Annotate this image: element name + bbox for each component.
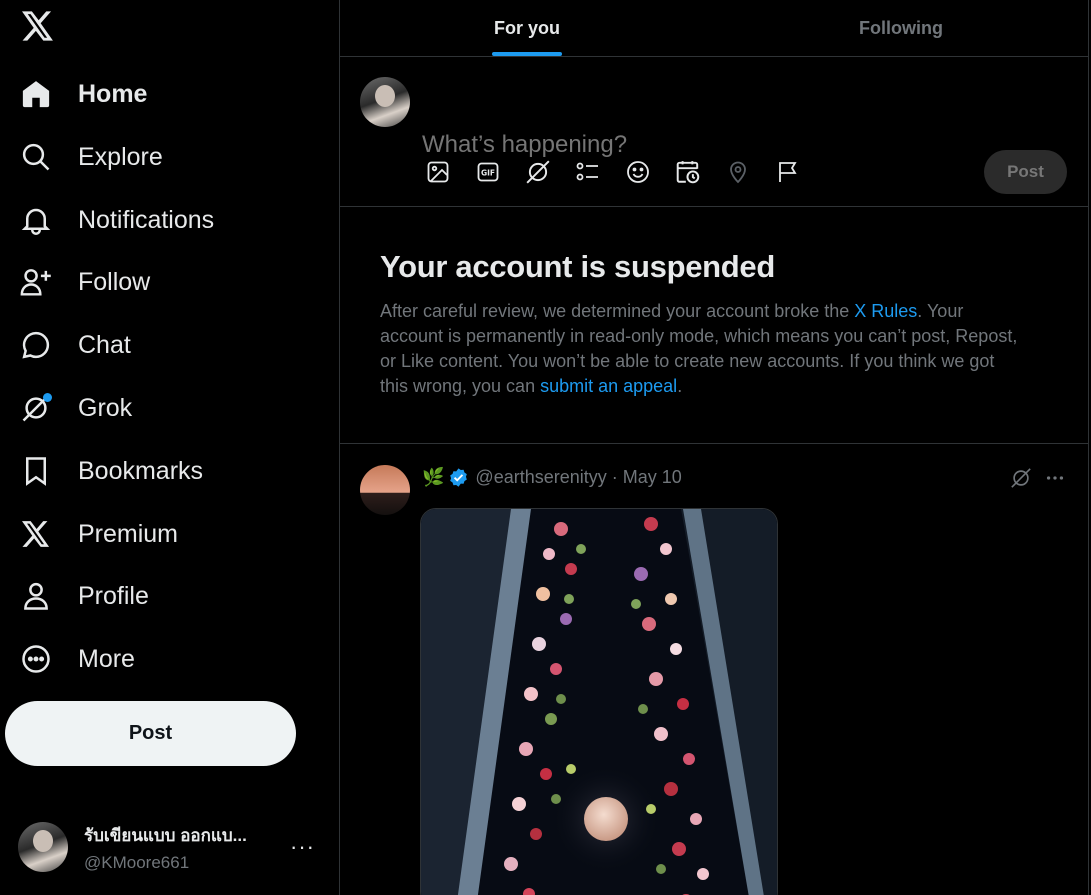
avatar <box>360 77 410 127</box>
image-icon[interactable] <box>420 154 456 190</box>
more-dots-icon[interactable] <box>1044 467 1066 494</box>
appeal-link[interactable]: submit an appeal <box>540 376 677 396</box>
sidebar-item-label: Bookmarks <box>78 456 204 485</box>
avatar <box>18 822 68 872</box>
grok-icon[interactable] <box>1010 467 1032 494</box>
sidebar-item-label: Grok <box>78 393 133 422</box>
gif-icon[interactable]: GIF <box>470 154 506 190</box>
sidebar-item-more[interactable]: More <box>18 634 135 684</box>
post-header: 🌿 @earthserenityy · May 10 <box>422 467 682 488</box>
sidebar-item-bookmarks[interactable]: Bookmarks <box>18 446 203 496</box>
sidebar-item-chat[interactable]: Chat <box>18 320 131 370</box>
composer-toolbar: GIF <box>420 154 806 190</box>
home-icon <box>18 76 54 112</box>
sidebar-item-label: Notifications <box>78 205 215 234</box>
sidebar-item-follow[interactable]: Follow <box>18 257 150 307</box>
svg-text:GIF: GIF <box>481 169 495 178</box>
post-button[interactable]: Post <box>5 701 296 766</box>
notification-dot <box>43 393 52 402</box>
sidebar-item-label: Home <box>78 79 148 108</box>
sidebar-item-profile[interactable]: Profile <box>18 571 149 621</box>
x-rules-link[interactable]: X Rules <box>854 301 917 321</box>
more-dots-icon[interactable]: ··· <box>290 834 315 860</box>
author-handle[interactable]: @earthserenityy <box>475 467 606 488</box>
moon-flowers-image <box>421 509 777 895</box>
add-person-icon <box>18 264 54 300</box>
verified-badge-icon <box>450 468 468 487</box>
bell-icon <box>18 202 54 238</box>
post-composer: GIF Post <box>340 57 1088 207</box>
sidebar-item-explore[interactable]: Explore <box>18 132 163 182</box>
sidebar-item-label: Chat <box>78 330 131 359</box>
suspension-title: Your account is suspended <box>380 249 776 284</box>
message-text: . <box>677 376 683 396</box>
account-switcher[interactable]: รับเขียนแบบ ออกแบ... @KMoore661 ··· <box>18 818 328 876</box>
emoji-icon[interactable] <box>620 154 656 190</box>
sidebar-item-notifications[interactable]: Notifications <box>18 195 214 245</box>
account-name: รับเขียนแบบ ออกแบ... <box>84 825 247 845</box>
account-handle: @KMoore661 <box>84 852 190 872</box>
suspension-notice: Your account is suspended After careful … <box>340 207 1088 444</box>
sidebar-item-label: Profile <box>78 581 149 610</box>
x-logo-icon[interactable] <box>18 6 58 46</box>
x-logo-icon <box>18 516 54 552</box>
more-circle-icon <box>18 641 54 677</box>
post-date[interactable]: May 10 <box>623 467 682 488</box>
post-image[interactable] <box>420 508 778 895</box>
author-avatar[interactable] <box>360 465 410 515</box>
person-icon <box>18 578 54 614</box>
bookmark-icon <box>18 453 54 489</box>
sidebar-item-grok[interactable]: Grok <box>18 383 132 433</box>
grok-icon <box>18 390 54 426</box>
suspension-message: After careful review, we determined your… <box>380 299 1020 399</box>
timeline-tabs: For you Following <box>340 0 1088 57</box>
tab-following[interactable]: Following <box>714 0 1088 56</box>
account-info: รับเขียนแบบ ออกแบ... @KMoore661 <box>84 822 272 873</box>
sidebar-item-home[interactable]: Home <box>18 69 147 119</box>
schedule-icon[interactable] <box>670 154 706 190</box>
sidebar-item-label: Follow <box>78 267 151 296</box>
sidebar: Home Explore Notifications Follow Chat G… <box>0 0 340 895</box>
author-emoji: 🌿 <box>422 467 445 487</box>
chat-bubble-icon <box>18 327 54 363</box>
sidebar-item-label: Explore <box>78 142 163 171</box>
compose-post-button[interactable]: Post <box>984 150 1067 194</box>
message-text: After careful review, we determined your… <box>380 301 855 321</box>
tab-for-you[interactable]: For you <box>340 0 714 56</box>
flag-icon[interactable] <box>770 154 806 190</box>
sidebar-item-label: Premium <box>78 519 179 548</box>
sidebar-item-label: More <box>78 644 135 673</box>
post-actions <box>1010 467 1066 494</box>
search-icon <box>18 139 54 175</box>
poll-icon[interactable] <box>570 154 606 190</box>
sidebar-item-premium[interactable]: Premium <box>18 509 178 559</box>
location-icon[interactable] <box>720 154 756 190</box>
separator: · <box>611 467 618 487</box>
grok-icon[interactable] <box>520 154 556 190</box>
